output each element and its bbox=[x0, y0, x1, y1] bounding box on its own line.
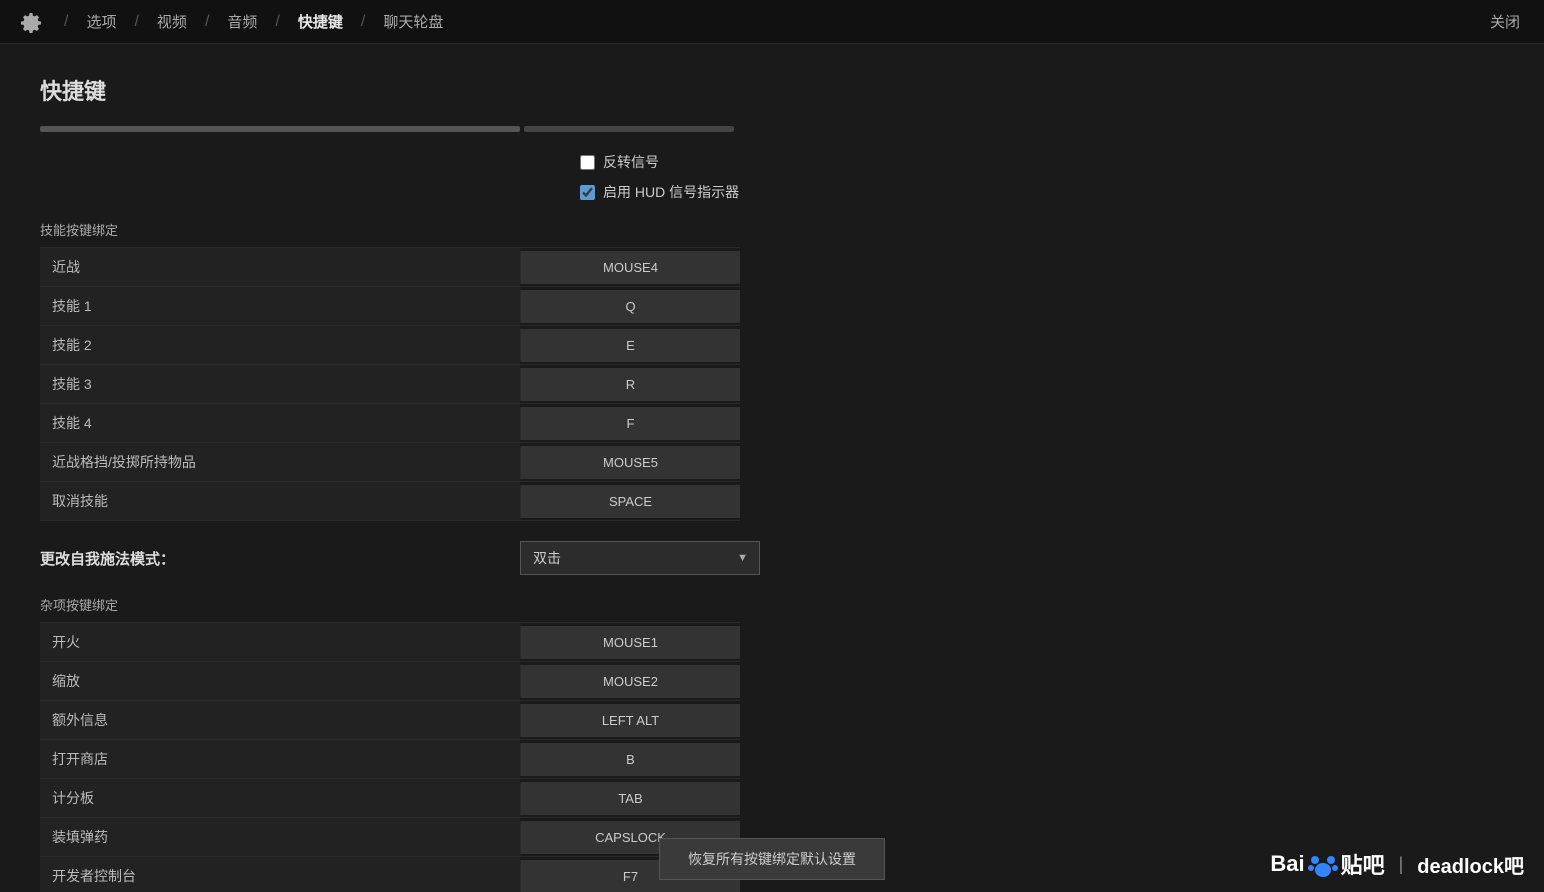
keybind-key[interactable]: E bbox=[520, 329, 740, 362]
misc-keybind-row: 额外信息LEFT ALT bbox=[40, 701, 740, 740]
watermark: Bai 贴吧 | deadlock吧 bbox=[1270, 846, 1524, 882]
skill-keybind-row: 技能 2E bbox=[40, 326, 740, 365]
selfcast-select[interactable]: 双击单击按住 bbox=[520, 541, 760, 575]
keybind-key[interactable]: F bbox=[520, 407, 740, 440]
watermark-bai: Bai bbox=[1270, 851, 1304, 877]
skill-section-title: 技能按键绑定 bbox=[40, 220, 1504, 239]
keybind-key[interactable]: MOUSE4 bbox=[520, 251, 740, 284]
selfcast-row: 更改自我施法模式： 双击单击按住 bbox=[40, 541, 1504, 575]
keybind-label: 缩放 bbox=[40, 662, 520, 700]
keybind-label: 技能 1 bbox=[40, 287, 520, 325]
skill-keybind-row: 近战格挡/投掷所持物品MOUSE5 bbox=[40, 443, 740, 482]
signal-checkboxes: 反转信号 启用 HUD 信号指示器 bbox=[40, 152, 1504, 202]
nav-item-video[interactable]: 视频 bbox=[149, 9, 195, 34]
skill-keybind-row: 技能 3R bbox=[40, 365, 740, 404]
misc-keybind-row: 计分板TAB bbox=[40, 779, 740, 818]
misc-keybind-row: 缩放MOUSE2 bbox=[40, 662, 740, 701]
watermark-logo: Bai 贴吧 bbox=[1270, 846, 1384, 882]
invert-signal-checkbox[interactable] bbox=[580, 155, 595, 170]
misc-section-title: 杂项按键绑定 bbox=[40, 595, 1504, 614]
watermark-brand: deadlock吧 bbox=[1417, 850, 1524, 879]
keybind-key[interactable]: SPACE bbox=[520, 485, 740, 518]
hud-signal-label[interactable]: 启用 HUD 信号指示器 bbox=[603, 182, 739, 202]
keybind-label: 开火 bbox=[40, 623, 520, 661]
keybind-key[interactable]: TAB bbox=[520, 782, 740, 815]
main-content: 快捷键 反转信号 启用 HUD 信号指示器 技能按键绑定 近战MOUSE4技能 … bbox=[0, 44, 1544, 892]
content-area: 快捷键 反转信号 启用 HUD 信号指示器 技能按键绑定 近战MOUSE4技能 … bbox=[0, 44, 1544, 892]
keybind-label: 打开商店 bbox=[40, 740, 520, 778]
skill-keybind-row: 技能 4F bbox=[40, 404, 740, 443]
nav-separator-4: / bbox=[275, 13, 279, 31]
misc-keybind-row: 开火MOUSE1 bbox=[40, 622, 740, 662]
restore-button[interactable]: 恢复所有按键绑定默认设置 bbox=[659, 838, 885, 880]
selfcast-label: 更改自我施法模式： bbox=[40, 548, 520, 569]
nav-separator-2: / bbox=[134, 13, 138, 31]
keybind-key[interactable]: MOUSE1 bbox=[520, 626, 740, 659]
skill-keybind-table: 近战MOUSE4技能 1Q技能 2E技能 3R技能 4F近战格挡/投掷所持物品M… bbox=[40, 247, 740, 521]
skill-keybind-row: 取消技能SPACE bbox=[40, 482, 740, 521]
keybind-key[interactable]: MOUSE2 bbox=[520, 665, 740, 698]
nav-item-chat-wheel[interactable]: 聊天轮盘 bbox=[375, 9, 451, 34]
nav-item-options[interactable]: 选项 bbox=[78, 9, 124, 34]
nav-separator-1: / bbox=[64, 13, 68, 31]
keybind-key[interactable]: R bbox=[520, 368, 740, 401]
top-navigation: / 选项 / 视频 / 音频 / 快捷键 / 聊天轮盘 关闭 bbox=[0, 0, 1544, 44]
gear-icon bbox=[16, 8, 44, 36]
nav-item-audio[interactable]: 音频 bbox=[219, 9, 265, 34]
nav-item-hotkeys[interactable]: 快捷键 bbox=[290, 9, 351, 34]
keybind-key[interactable]: B bbox=[520, 743, 740, 776]
nav-separator-5: / bbox=[361, 13, 365, 31]
keybind-label: 取消技能 bbox=[40, 482, 520, 520]
close-button[interactable]: 关闭 bbox=[1482, 7, 1528, 36]
keybind-label: 近战格挡/投掷所持物品 bbox=[40, 443, 520, 481]
keybind-key[interactable]: Q bbox=[520, 290, 740, 323]
invert-signal-row: 反转信号 bbox=[580, 152, 659, 172]
keybind-key[interactable]: MOUSE5 bbox=[520, 446, 740, 479]
keybind-label: 技能 4 bbox=[40, 404, 520, 442]
keybind-label: 计分板 bbox=[40, 779, 520, 817]
scroll-track-right bbox=[524, 126, 734, 132]
keybind-label: 技能 3 bbox=[40, 365, 520, 403]
misc-keybind-row: 打开商店B bbox=[40, 740, 740, 779]
nav-separator-3: / bbox=[205, 13, 209, 31]
hud-signal-checkbox[interactable] bbox=[580, 185, 595, 200]
keybind-key[interactable]: LEFT ALT bbox=[520, 704, 740, 737]
hud-signal-row: 启用 HUD 信号指示器 bbox=[580, 182, 739, 202]
baidu-paw-icon bbox=[1305, 846, 1341, 882]
scroll-track-left bbox=[40, 126, 520, 132]
invert-signal-label[interactable]: 反转信号 bbox=[603, 152, 659, 172]
page-title: 快捷键 bbox=[40, 74, 1504, 106]
keybind-label: 近战 bbox=[40, 248, 520, 286]
keybind-label: 技能 2 bbox=[40, 326, 520, 364]
skill-keybind-row: 技能 1Q bbox=[40, 287, 740, 326]
watermark-divider: | bbox=[1399, 854, 1404, 875]
selfcast-select-wrapper: 双击单击按住 bbox=[520, 541, 760, 575]
skill-keybind-row: 近战MOUSE4 bbox=[40, 247, 740, 287]
scroll-track bbox=[40, 126, 1504, 132]
keybind-label: 额外信息 bbox=[40, 701, 520, 739]
watermark-suffix: 贴吧 bbox=[1341, 848, 1385, 880]
